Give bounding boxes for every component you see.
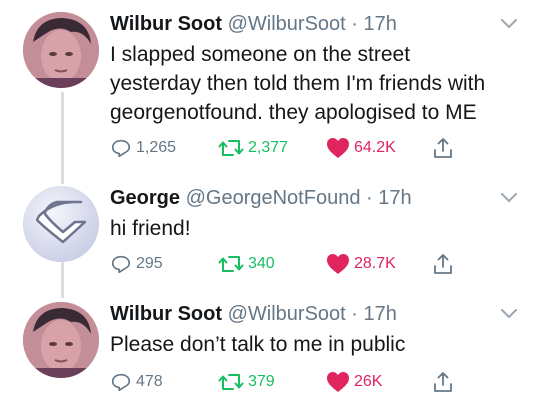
retweet-count: 2,377 [248, 139, 289, 156]
tweet-actions: 478 379 26K [110, 370, 470, 394]
retweet-icon [218, 256, 244, 272]
share-icon [434, 254, 452, 274]
retweet-button[interactable]: 379 [218, 370, 275, 394]
reply-button[interactable]: 295 [110, 252, 163, 276]
reply-button[interactable]: 1,265 [110, 136, 176, 160]
like-count: 64.2K [354, 139, 396, 156]
heart-icon [327, 138, 349, 158]
tweet-text-line: yesterday then told them I'm friends wit… [110, 72, 486, 95]
timestamp[interactable]: · 17h [351, 303, 397, 325]
tweet-wilbur-2[interactable]: Wilbur Soot @WilburSoot · 17h Please don… [0, 302, 540, 397]
tweet-text-line: georgenotfound. they apologised to ME [110, 101, 477, 124]
reply-count: 295 [136, 255, 163, 272]
tweet-text-line: hi friend! [110, 217, 191, 240]
retweet-icon [218, 374, 244, 390]
share-button[interactable] [432, 136, 458, 160]
retweet-button[interactable]: 2,377 [218, 136, 288, 160]
reply-icon [111, 139, 131, 158]
avatar-wilbur[interactable] [23, 12, 99, 88]
heart-icon [327, 372, 349, 392]
reply-icon [111, 373, 131, 392]
tweet-wilbur-1[interactable]: Wilbur Soot @WilburSoot · 17h I slapped … [0, 12, 540, 162]
chevron-down-icon[interactable] [500, 18, 518, 30]
display-name[interactable]: Wilbur Soot [110, 13, 222, 35]
retweet-icon [218, 140, 244, 156]
like-button[interactable]: 28.7K [326, 252, 396, 276]
avatar-george[interactable] [23, 186, 99, 262]
retweet-count: 340 [248, 255, 275, 272]
like-button[interactable]: 26K [326, 370, 382, 394]
avatar-wilbur[interactable] [23, 302, 99, 378]
like-count: 28.7K [354, 255, 396, 272]
tweet-text-line: Please don’t talk to me in public [110, 333, 406, 356]
like-button[interactable]: 64.2K [326, 136, 396, 160]
reply-count: 1,265 [136, 139, 177, 156]
user-handle[interactable]: @GeorgeNotFound [186, 187, 361, 209]
tweet-text-line: I slapped someone on the street [110, 43, 411, 66]
chevron-down-icon[interactable] [500, 308, 518, 320]
tweet-actions: 1,265 2,377 64.2K [110, 136, 470, 160]
user-handle[interactable]: @WilburSoot [228, 303, 346, 325]
tweet-header: Wilbur Soot @WilburSoot · 17h [110, 302, 397, 326]
tweet-text: hi friend! [110, 214, 191, 243]
share-button[interactable] [432, 252, 458, 276]
reply-count: 478 [136, 373, 163, 390]
retweet-count: 379 [248, 373, 275, 390]
tweet-text: Please don’t talk to me in public [110, 330, 405, 359]
chevron-down-icon[interactable] [500, 192, 518, 204]
tweet-header: George @GeorgeNotFound · 17h [110, 186, 412, 210]
tweet-header: Wilbur Soot @WilburSoot · 17h [110, 12, 397, 36]
share-button[interactable] [432, 370, 458, 394]
user-handle[interactable]: @WilburSoot [228, 13, 346, 35]
reply-button[interactable]: 478 [110, 370, 163, 394]
like-count: 26K [354, 373, 383, 390]
reply-icon [111, 255, 131, 274]
heart-icon [327, 254, 349, 274]
share-icon [434, 372, 452, 392]
timestamp[interactable]: · 17h [351, 13, 397, 35]
share-icon [434, 138, 452, 158]
display-name[interactable]: Wilbur Soot [110, 303, 222, 325]
tweet-actions: 295 340 28.7K [110, 252, 470, 276]
display-name[interactable]: George [110, 187, 180, 209]
tweet-text: I slapped someone on the street yesterda… [110, 40, 485, 127]
tweet-george[interactable]: George @GeorgeNotFound · 17h hi friend! … [0, 186, 540, 276]
retweet-button[interactable]: 340 [218, 252, 275, 276]
timestamp[interactable]: · 17h [366, 187, 412, 209]
